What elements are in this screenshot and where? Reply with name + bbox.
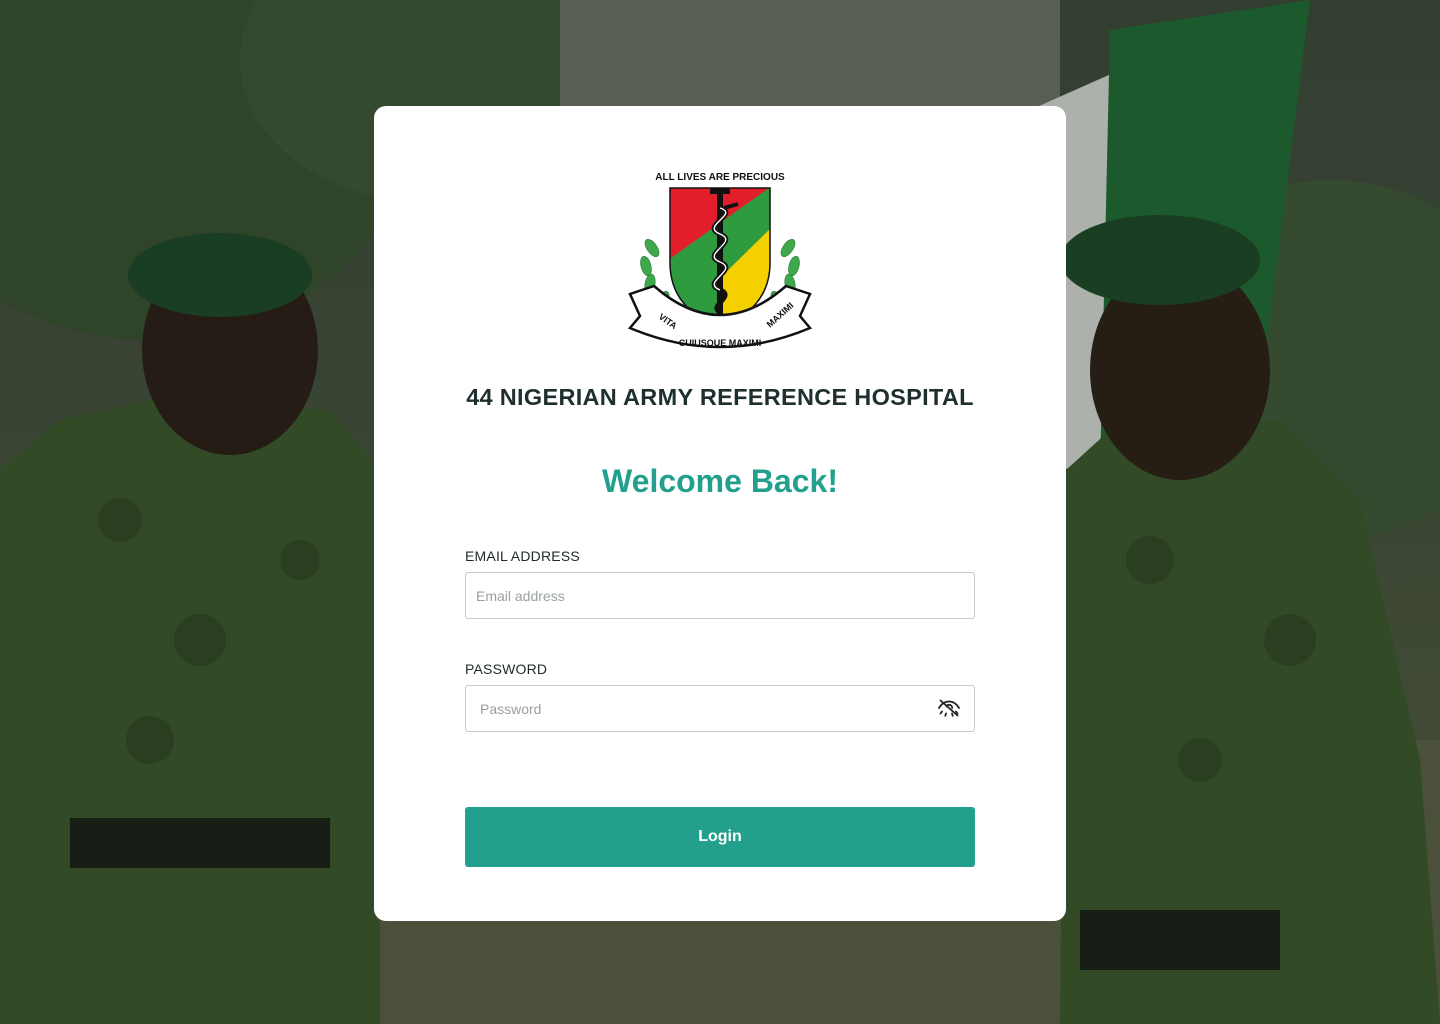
welcome-heading: Welcome Back! (602, 463, 838, 499)
password-visibility-toggle[interactable] (936, 695, 962, 721)
email-label: EMAIL ADDRESS (465, 548, 580, 564)
email-input[interactable] (465, 572, 975, 619)
login-button[interactable]: Login (465, 807, 975, 867)
hospital-name: 44 NIGERIAN ARMY REFERENCE HOSPITAL (466, 384, 974, 410)
eye-slash-icon (937, 696, 961, 720)
password-label: PASSWORD (465, 661, 548, 677)
login-card: ALL LIVES ARE PRECIOUS VITA CUIUSQUE MAX… (374, 106, 1066, 921)
svg-text:ALL LIVES ARE PRECIOUS: ALL LIVES ARE PRECIOUS (655, 172, 785, 183)
hospital-crest-logo: ALL LIVES ARE PRECIOUS VITA CUIUSQUE MAX… (624, 168, 816, 358)
svg-text:CUIUSQUE MAXIMI: CUIUSQUE MAXIMI (679, 338, 762, 348)
password-input[interactable] (465, 685, 975, 732)
